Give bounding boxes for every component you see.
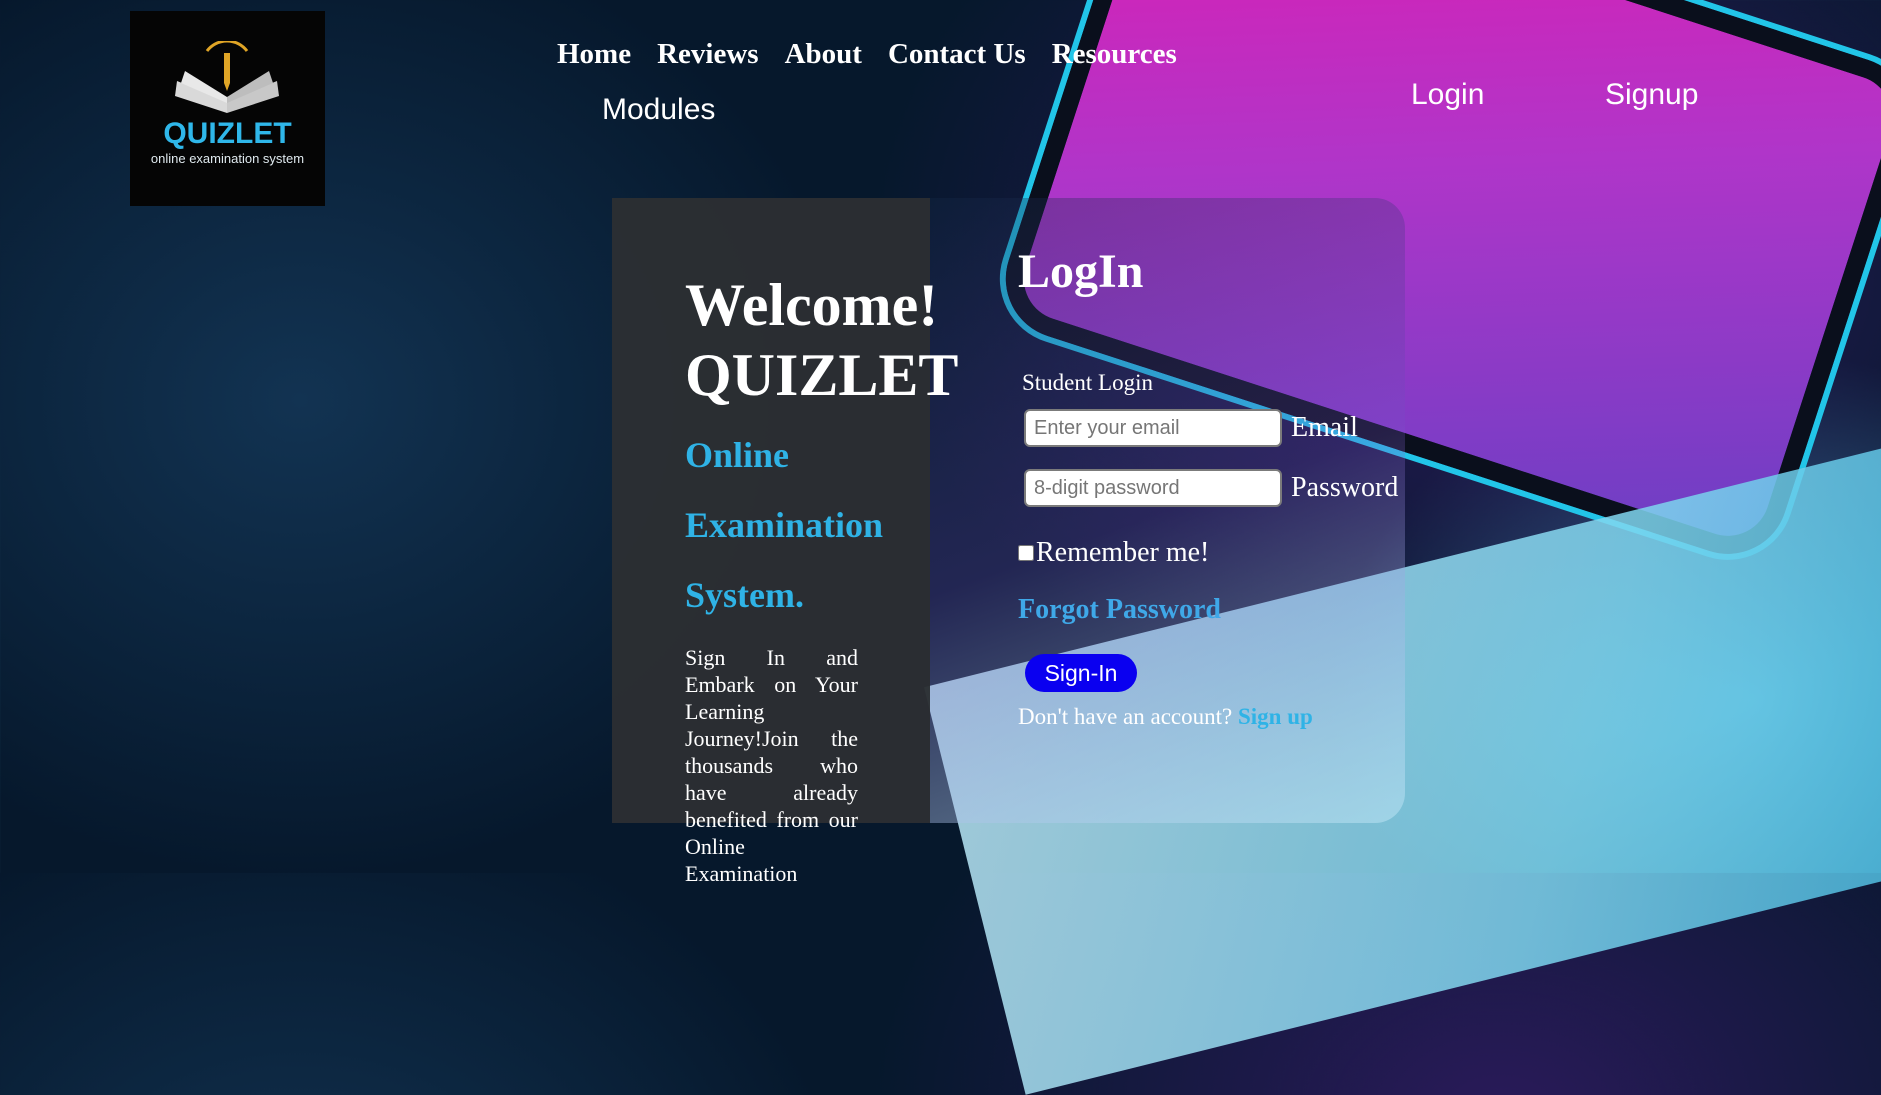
password-input[interactable]: [1024, 469, 1282, 507]
sign-in-button[interactable]: Sign-In: [1025, 654, 1137, 692]
remember-me-checkbox[interactable]: [1018, 545, 1034, 561]
welcome-heading: Welcome! QUIZLET: [685, 270, 958, 410]
welcome-line-1: Welcome!: [685, 272, 939, 338]
logo-tagline: online examination system: [150, 151, 305, 166]
password-row: Password: [1024, 469, 1398, 507]
hero-description: Sign In and Embark on Your Learning Jour…: [685, 645, 858, 886]
remember-me[interactable]: Remember me!: [1018, 537, 1209, 569]
open-book-icon: [175, 41, 279, 113]
remember-me-label: Remember me!: [1036, 537, 1210, 568]
nav-contact-us[interactable]: Contact Us: [888, 38, 1026, 71]
welcome-line-2: QUIZLET: [685, 342, 959, 408]
email-row: Email: [1024, 409, 1358, 447]
site-logo[interactable]: QUIZLET online examination system: [130, 11, 325, 206]
header-login-link[interactable]: Login: [1411, 78, 1484, 112]
logo-name: QUIZLET: [163, 117, 292, 150]
signup-prompt: Don't have an account? Sign up: [1018, 704, 1313, 730]
email-input[interactable]: [1024, 409, 1282, 447]
no-account-text: Don't have an account?: [1018, 704, 1238, 729]
student-login-label: Student Login: [1022, 370, 1153, 395]
header-signup-link[interactable]: Signup: [1605, 78, 1698, 112]
email-label: Email: [1291, 412, 1358, 443]
forgot-password-link[interactable]: Forgot Password: [1018, 594, 1221, 626]
nav-about[interactable]: About: [785, 38, 862, 71]
sign-up-link[interactable]: Sign up: [1238, 704, 1313, 729]
nav-home[interactable]: Home: [557, 38, 631, 71]
hero-subtitle: Online Examination System.: [685, 435, 884, 615]
nav-resources[interactable]: Resources: [1052, 38, 1177, 71]
main-nav: Home Reviews About Contact Us Resources: [557, 38, 1177, 71]
nav-modules[interactable]: Modules: [602, 93, 715, 127]
login-title: LogIn: [1018, 245, 1144, 298]
password-label: Password: [1291, 472, 1399, 503]
nav-reviews[interactable]: Reviews: [657, 38, 758, 71]
